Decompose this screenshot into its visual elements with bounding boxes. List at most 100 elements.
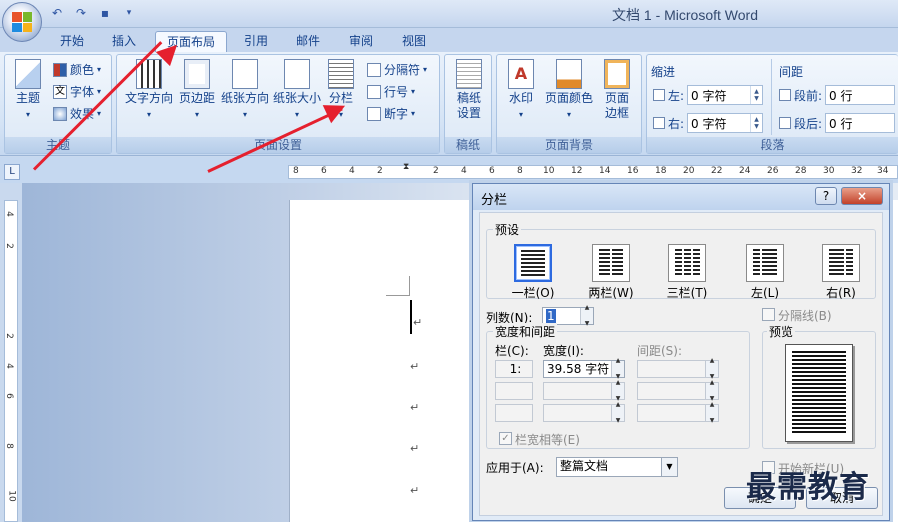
page-color-icon [556, 59, 582, 89]
preset-one-column[interactable]: 一栏(O) [503, 244, 563, 301]
ruler-tick-label: 34 [877, 166, 889, 176]
customize-qat-icon[interactable]: ▾ [120, 4, 138, 22]
page-color-button[interactable]: 页面颜色 ▾ [541, 59, 597, 122]
text-direction-button[interactable]: 文字方向 ▾ [121, 59, 177, 122]
theme-colors-button[interactable]: 颜色 ▾ [53, 61, 101, 78]
tab-view[interactable]: 视图 [390, 31, 438, 53]
ruler-tick-label: 14 [599, 166, 611, 176]
width-header: 宽度(I): [543, 344, 584, 358]
ruler-tick-label: 8 [517, 166, 523, 176]
preset-three-columns[interactable]: 三栏(T) [657, 244, 717, 301]
spacing-after-input[interactable]: 0 行 [825, 113, 896, 133]
tab-references[interactable]: 引用 [232, 31, 280, 53]
indent-left-icon [653, 89, 665, 101]
colors-icon [53, 62, 67, 77]
ruler-tick-label: 6 [321, 166, 327, 176]
indent-left-spinner[interactable]: ▲ ▼ [750, 86, 762, 104]
tab-review[interactable]: 审阅 [337, 31, 385, 53]
save-icon[interactable]: ▪ [96, 4, 114, 22]
page-borders-icon [604, 59, 630, 89]
apply-to-select[interactable]: 整篇文档 ▼ [556, 457, 678, 477]
vertical-ruler[interactable]: 4 2 2 4 6 8 10 [4, 200, 18, 522]
indent-right-spinner[interactable]: ▲ ▼ [750, 114, 762, 132]
col-spacing-2: ▲ ▼ [637, 379, 719, 402]
preview-lines [792, 351, 846, 435]
preview-fieldset: 预览 [762, 323, 876, 449]
tab-mailings[interactable]: 邮件 [284, 31, 332, 53]
dialog-title: 分栏 [481, 193, 508, 208]
three-columns-icon [668, 244, 706, 282]
ruler-tick-label: 4 [3, 211, 14, 217]
orientation-icon [232, 59, 258, 89]
indent-right-icon [653, 117, 665, 129]
fonts-icon: 文 [53, 84, 67, 99]
ruler-tick-label: 4 [461, 166, 467, 176]
tab-insert[interactable]: 插入 [100, 31, 148, 53]
left-column-icon [746, 244, 784, 282]
ribbon-tabs: 开始 插入 页面布局 引用 邮件 审阅 视图 [0, 28, 898, 53]
window-title: 文档 1 - Microsoft Word [612, 7, 758, 23]
line-between-label: 分隔线(B) [778, 309, 832, 323]
indent-left-input[interactable]: 0 字符 ▲ ▼ [687, 85, 764, 105]
spacing-before-input[interactable]: 0 行 [825, 85, 896, 105]
manuscript-settings-button[interactable]: 稿纸 设置 [449, 59, 489, 121]
line-between-checkbox[interactable] [762, 308, 775, 321]
paragraph-group-label: 段落 [647, 137, 898, 153]
breaks-button[interactable]: 分隔符 ▾ [367, 61, 427, 78]
spacing-before-icon [779, 89, 791, 101]
paragraph-group: 缩进 左: 0 字符 ▲ ▼ 右: 0 字符 ▲ ▼ 间距 段前: 0 行 段后… [646, 54, 898, 154]
size-icon [284, 59, 310, 89]
indent-right-row: 右: 0 字符 ▲ ▼ [653, 113, 764, 133]
tab-selector-icon[interactable]: L [4, 164, 20, 180]
col-width-1[interactable]: 39.58 字符 ▲ ▼ [543, 357, 625, 380]
ruler-tick-label: 8 [293, 166, 299, 176]
preset-two-columns[interactable]: 两栏(W) [581, 244, 641, 301]
text-cursor [410, 300, 412, 334]
paragraph-divider [771, 59, 772, 135]
indent-marker-icon[interactable]: ⧗ [403, 162, 413, 182]
hyphenation-button[interactable]: 断字 ▾ [367, 105, 415, 122]
apply-to-label: 应用于(A): [486, 461, 544, 475]
spacing-after-icon [779, 117, 791, 129]
size-button[interactable]: 纸张大小 ▾ [271, 59, 323, 122]
preset-right[interactable]: 右(R) [811, 244, 871, 301]
themes-icon [15, 59, 41, 89]
breaks-icon [367, 62, 381, 77]
col-width-3: ▲ ▼ [543, 401, 625, 424]
col-number-2 [495, 382, 533, 400]
one-column-icon [514, 244, 552, 282]
indent-right-input[interactable]: 0 字符 ▲ ▼ [687, 113, 764, 133]
line-numbers-button[interactable]: 行号 ▾ [367, 83, 415, 100]
indent-left-row: 左: 0 字符 ▲ ▼ [653, 85, 764, 105]
help-button[interactable]: ? [815, 187, 837, 205]
chevron-down-icon[interactable]: ▼ [661, 458, 677, 476]
office-button[interactable] [2, 2, 42, 42]
margins-icon [184, 59, 210, 89]
orientation-button[interactable]: 纸张方向 ▾ [219, 59, 271, 122]
spacing-after-row: 段后: 0 行 [779, 113, 896, 133]
ruler-tick-label: 4 [3, 363, 14, 369]
horizontal-ruler[interactable]: 8 6 4 2 2 4 6 8 10 12 14 16 18 20 22 24 26 28 30 32 34 ⧗ [288, 162, 898, 182]
undo-icon[interactable]: ↶ [48, 4, 66, 22]
ruler-tick-label: 32 [851, 166, 863, 176]
ruler-tick-label: 16 [627, 166, 639, 176]
ruler-tick-label: 10 [543, 166, 555, 176]
themes-button[interactable]: 主题 ▾ [11, 59, 45, 122]
tab-home[interactable]: 开始 [48, 31, 96, 53]
ruler-tick-label: 6 [489, 166, 495, 176]
margin-corner-mark [386, 276, 410, 296]
hyphenation-icon [367, 106, 381, 121]
spacing-title: 间距 [779, 65, 804, 79]
redo-icon[interactable]: ↷ [72, 4, 90, 22]
preset-left[interactable]: 左(L) [735, 244, 795, 301]
close-button[interactable]: × [841, 187, 883, 205]
ruler-tick-label: 20 [683, 166, 695, 176]
page-borders-button[interactable]: 页面 边框 [597, 59, 637, 121]
ruler-tick-label: 2 [3, 243, 14, 249]
equal-width-checkbox: ✓ [499, 432, 512, 445]
num-columns-spinner[interactable]: ▲ ▼ [580, 304, 593, 327]
effects-icon [53, 106, 67, 121]
margins-button[interactable]: 页边距 ▾ [175, 59, 219, 122]
theme-fonts-button[interactable]: 文 字体 ▾ [53, 83, 101, 100]
watermark-button[interactable]: A 水印 ▾ [501, 59, 541, 122]
